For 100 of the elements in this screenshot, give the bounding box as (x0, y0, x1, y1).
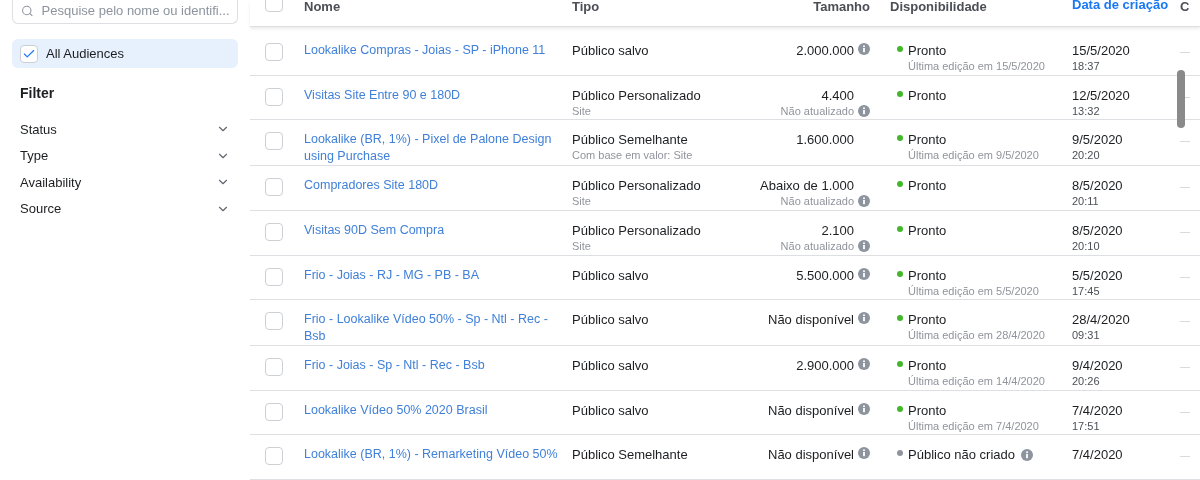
info-icon (858, 43, 870, 56)
table-cell: 2.100 (821, 222, 854, 240)
search-field[interactable]: Pesquise pelo nome ou identifi... (12, 0, 238, 24)
time-text: 20:11 (1072, 194, 1100, 209)
status-text: Pronto (908, 177, 947, 195)
table-cell-text: Público salvo (572, 357, 650, 375)
scrollbar-thumb[interactable] (1177, 70, 1185, 128)
checkbox[interactable] (265, 223, 283, 242)
audience-link[interactable]: Visitas Site Entre 90 e 180D (304, 86, 568, 104)
audience-link[interactable]: Lookalike Compras - Joias - SP - iPhone 11 (304, 42, 568, 60)
table-cell-text: Público salvo (572, 42, 650, 60)
time-text: 20:26 (1072, 374, 1101, 389)
all-audiences-item[interactable]: All Audiences (12, 39, 238, 68)
table-cell-text: Público Semelhante (572, 446, 689, 464)
info-icon (1020, 448, 1033, 461)
size-note: Não atualizado (780, 239, 854, 254)
table-cell: 2.000.000 (796, 42, 854, 60)
checkbox[interactable] (20, 44, 38, 63)
audience-link[interactable]: Lookalike (BR, 1%) - Pixel de Palone Design using Purchase (304, 131, 568, 166)
checkbox[interactable] (265, 132, 283, 151)
size-note: Não atualizado (780, 103, 854, 118)
info-icon (858, 195, 870, 208)
audience-link[interactable]: Frio - Joias - Sp - Ntl - Rec - Bsb (304, 357, 568, 375)
table-cell: 4.400 (821, 86, 854, 104)
table-cell-text: Público salvo (572, 401, 650, 419)
time-text: 20:20 (1072, 148, 1101, 163)
table-cell: Não disponível (768, 446, 854, 464)
table-cell-text: 9/4/2020 (1072, 357, 1124, 375)
table-cell-text: 28/4/2020 (1072, 311, 1131, 329)
time-text: 17:45 (1072, 283, 1101, 298)
table-cell-text: Público salvo (572, 266, 650, 284)
table-cell: 1.600.000 (796, 131, 854, 149)
status-text: Pronto (908, 222, 947, 240)
table-cell: Não disponível (768, 401, 854, 419)
info-icon (858, 267, 870, 280)
status-note: Última edição em 7/4/2020 (908, 418, 1039, 433)
audience-link[interactable]: Compradores Site 180D (304, 177, 568, 195)
column-header[interactable]: Nome (304, 0, 572, 14)
status-note: Última edição em 28/4/2020 (908, 328, 1045, 343)
info-icon (858, 447, 870, 460)
table-cell-text: Público salvo (572, 311, 650, 329)
table-cell: — (1180, 46, 1190, 58)
filter-dropdown[interactable]: Status (12, 116, 238, 143)
table-cell-text: 7/4/2020 (1072, 401, 1124, 419)
status-note: Última edição em 5/5/2020 (908, 283, 1039, 298)
status-text: Pronto (908, 131, 947, 149)
status-text: Pronto (908, 401, 947, 419)
table-cell-text: 12/5/2020 (1072, 86, 1131, 104)
audience-link[interactable]: Frio - Lookalike Vídeo 50% - Sp - Ntl - Rec - Bsb (304, 311, 568, 346)
table-cell: — (1180, 135, 1190, 147)
column-header[interactable]: Data de criação (1072, 0, 1172, 12)
info-icon (858, 402, 870, 415)
checkbox[interactable] (265, 358, 283, 377)
time-text: 13:32 (1072, 103, 1101, 118)
table-cell: — (1180, 226, 1190, 238)
table-cell: — (1180, 315, 1190, 327)
column-header[interactable]: Disponibilidade (880, 0, 1072, 14)
status-note: Última edição em 15/5/2020 (908, 59, 1045, 74)
column-header[interactable]: Tipo (572, 0, 742, 14)
checkbox[interactable] (265, 87, 283, 106)
table-cell-text: 7/4/2020 (1072, 446, 1124, 464)
type-note: Site (572, 194, 592, 209)
table-cell: — (1180, 181, 1190, 193)
audience-link[interactable]: Lookalike (BR, 1%) - Remarketing Vídeo 50% (304, 446, 568, 464)
table-cell-text: 15/5/2020 (1072, 42, 1131, 60)
type-note: Com base em valor: Site (572, 148, 694, 163)
search-icon (21, 4, 34, 18)
checkbox[interactable] (265, 402, 283, 421)
status-note: Última edição em 14/4/2020 (908, 374, 1045, 389)
status-text: Público não criado (908, 446, 1015, 464)
status-text: Pronto (908, 42, 947, 60)
info-icon (858, 104, 870, 117)
checkbox[interactable] (265, 447, 283, 466)
column-header[interactable]: C (1172, 0, 1200, 14)
info-icon (858, 240, 870, 253)
audience-link[interactable]: Lookalike Vídeo 50% 2020 Brasil (304, 401, 568, 419)
filter-dropdown[interactable]: Availability (12, 169, 238, 196)
checkbox[interactable] (265, 267, 283, 286)
table-cell: — (1180, 450, 1190, 462)
filter-dropdown[interactable]: Type (12, 142, 238, 169)
info-icon (858, 312, 870, 325)
table-cell: Abaixo de 1.000 (760, 177, 854, 195)
checkbox[interactable] (265, 312, 283, 331)
info-icon (858, 358, 870, 371)
table-cell: — (1180, 270, 1190, 282)
status-text: Pronto (908, 311, 947, 329)
type-note: Site (572, 103, 592, 118)
status-text: Pronto (908, 86, 947, 104)
table-cell: Não disponível (768, 311, 854, 329)
time-text: 17:51 (1072, 418, 1101, 433)
status-note: Última edição em 9/5/2020 (908, 148, 1039, 163)
audience-link[interactable]: Visitas 90D Sem Compra (304, 222, 568, 240)
table-cell-text: Público Personalizado (572, 222, 702, 240)
filter-dropdown[interactable]: Source (12, 195, 238, 222)
column-header[interactable]: Tamanho (742, 0, 880, 14)
audience-link[interactable]: Frio - Joias - RJ - MG - PB - BA (304, 266, 568, 284)
checkbox[interactable] (265, 43, 283, 62)
checkbox[interactable] (265, 178, 283, 197)
table-cell-text: 8/5/2020 (1072, 177, 1124, 195)
time-text: 09:31 (1072, 328, 1101, 343)
